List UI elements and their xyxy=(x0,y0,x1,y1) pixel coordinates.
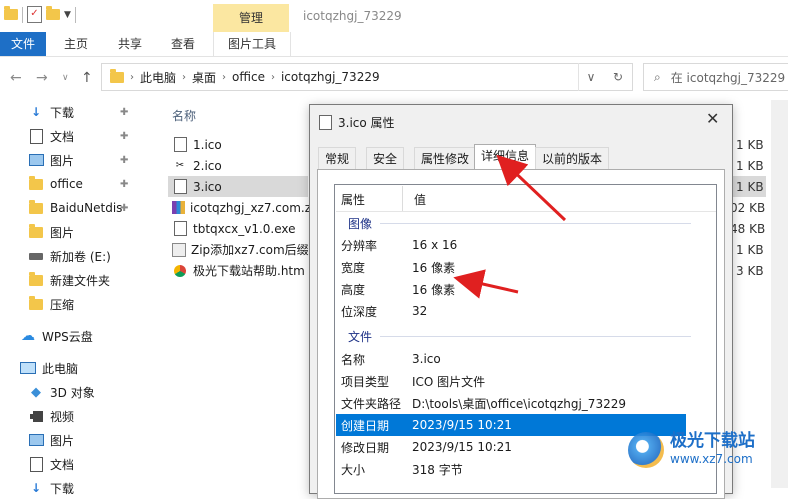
watermark: 极光下载站 www.xz7.com xyxy=(628,432,755,468)
arrow-to-details-tab xyxy=(496,154,567,222)
watermark-name: 极光下载站 xyxy=(670,431,755,451)
arrow-to-width-row xyxy=(453,269,519,299)
watermark-url: www.xz7.com xyxy=(670,452,753,466)
annotation-arrows xyxy=(453,154,567,299)
watermark-logo-icon xyxy=(628,432,664,468)
